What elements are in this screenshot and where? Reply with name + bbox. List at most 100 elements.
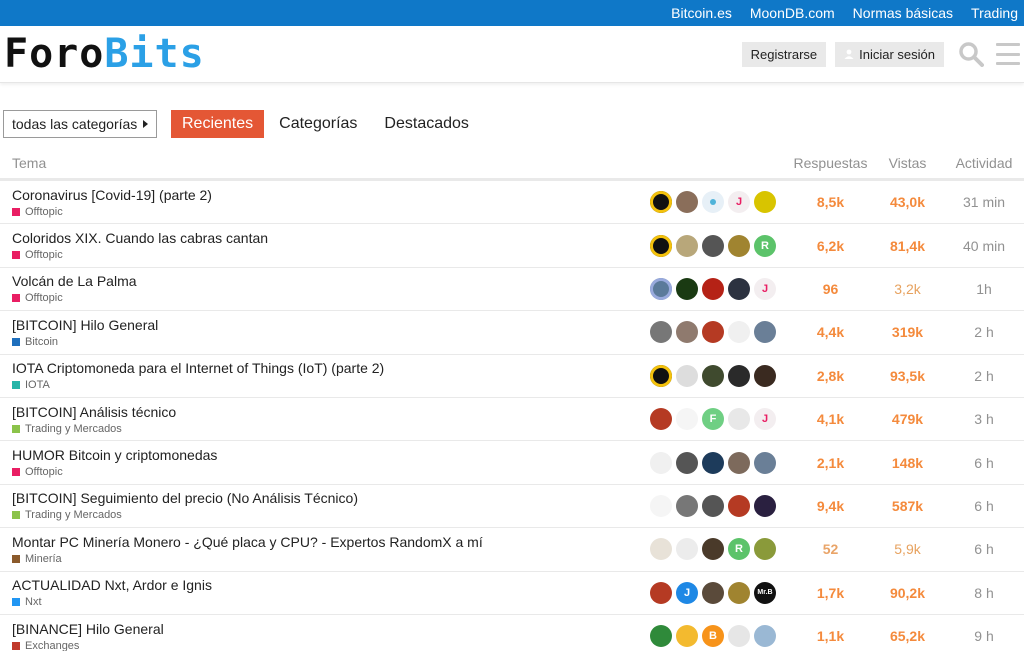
avatar[interactable] [728,321,750,344]
table-row[interactable]: Volcán de La Palma Offtopic J 96 3,2k 1h [0,268,1024,312]
avatar[interactable] [754,321,776,344]
avatar[interactable] [650,538,672,561]
avatar[interactable] [676,625,698,648]
avatar[interactable] [676,364,698,387]
avatar[interactable] [650,494,672,517]
activity-time[interactable]: 40 min [944,238,1024,254]
replies-count[interactable]: 9,4k [790,498,871,514]
replies-count[interactable]: 1,7k [790,585,871,601]
activity-time[interactable]: 31 min [944,194,1024,210]
header-views[interactable]: Vistas [871,155,944,171]
avatar[interactable]: Mr.B [754,581,776,604]
tab-recientes[interactable]: Recientes [171,110,265,138]
avatar[interactable] [754,494,776,517]
replies-count[interactable]: 96 [790,281,871,297]
replies-count[interactable]: 52 [790,541,871,557]
avatar[interactable] [650,234,672,257]
replies-count[interactable]: 4,4k [790,324,871,340]
activity-time[interactable]: 2 h [944,324,1024,340]
activity-time[interactable]: 6 h [944,498,1024,514]
header-topic[interactable]: Tema [12,155,790,171]
table-row[interactable]: [BITCOIN] Seguimiento del precio (No Aná… [0,485,1024,529]
topic-title-link[interactable]: ACTUALIDAD Nxt, Ardor e Ignis [12,577,650,593]
topic-title-link[interactable]: [BINANCE] Hilo General [12,621,650,637]
login-button[interactable]: Iniciar sesión [835,41,944,67]
avatar[interactable]: J [754,408,776,431]
avatar[interactable] [728,494,750,517]
topic-category[interactable]: Offtopic [12,249,650,261]
avatar[interactable]: J [754,277,776,300]
avatar[interactable] [702,191,724,214]
replies-count[interactable]: 4,1k [790,411,871,427]
topic-category[interactable]: Minería [12,553,650,565]
avatar[interactable] [754,191,776,214]
avatar[interactable] [650,408,672,431]
avatar[interactable] [676,451,698,474]
avatar[interactable] [728,625,750,648]
site-logo[interactable]: ForoBits [4,34,205,74]
avatar[interactable] [702,364,724,387]
topic-title-link[interactable]: Volcán de La Palma [12,273,650,289]
topic-category[interactable]: Bitcoin [12,336,650,348]
table-row[interactable]: ACTUALIDAD Nxt, Ardor e Ignis Nxt J Mr.B 1,7… [0,572,1024,615]
topic-category[interactable]: Offtopic [12,206,650,218]
replies-count[interactable]: 6,2k [790,238,871,254]
replies-count[interactable]: 2,8k [790,368,871,384]
topic-category[interactable]: IOTA [12,379,650,391]
header-replies[interactable]: Respuestas [790,155,871,171]
avatar[interactable] [676,277,698,300]
avatar[interactable]: J [728,191,750,214]
avatar[interactable] [728,451,750,474]
avatar[interactable] [702,451,724,474]
topic-category[interactable]: Offtopic [12,466,650,478]
topic-title-link[interactable]: Coronavirus [Covid-19] (parte 2) [12,187,650,203]
avatar[interactable] [650,625,672,648]
table-row[interactable]: [BITCOIN] Hilo General Bitcoin 4,4k 319k 2 h [0,311,1024,355]
avatar[interactable] [650,277,672,300]
avatar[interactable] [728,364,750,387]
topic-category[interactable]: Offtopic [12,292,650,304]
avatar[interactable]: B [702,625,724,648]
avatar[interactable] [676,538,698,561]
avatar[interactable] [676,191,698,214]
topic-title-link[interactable]: Montar PC Minería Monero - ¿Qué placa y … [12,534,650,550]
avatar[interactable]: R [754,234,776,257]
topic-title-link[interactable]: [BITCOIN] Seguimiento del precio (No Aná… [12,490,650,506]
header-activity[interactable]: Actividad [944,155,1024,171]
avatar[interactable] [702,321,724,344]
topic-title-link[interactable]: [BITCOIN] Hilo General [12,317,650,333]
search-icon[interactable] [958,41,984,67]
table-row[interactable]: Coloridos XIX. Cuando las cabras cantan O… [0,224,1024,268]
avatar[interactable] [728,408,750,431]
avatar[interactable] [650,364,672,387]
tab-destacados[interactable]: Destacados [384,110,469,138]
activity-time[interactable]: 6 h [944,541,1024,557]
avatar[interactable] [650,581,672,604]
avatar[interactable] [754,538,776,561]
register-button[interactable]: Registrarse [741,41,827,67]
activity-time[interactable]: 9 h [944,628,1024,644]
table-row[interactable]: [BINANCE] Hilo General Exchanges B 1,1k 65,2… [0,615,1024,651]
category-dropdown[interactable]: todas las categorías [3,110,157,138]
avatar[interactable] [676,321,698,344]
topic-category[interactable]: Trading y Mercados [12,509,650,521]
table-row[interactable]: IOTA Criptomoneda para el Internet of Th… [0,355,1024,398]
avatar[interactable] [702,538,724,561]
topbar-link-trading[interactable]: Trading [971,5,1018,21]
topic-title-link[interactable]: Coloridos XIX. Cuando las cabras cantan [12,230,650,246]
avatar[interactable] [702,494,724,517]
avatar[interactable] [728,581,750,604]
topic-category[interactable]: Nxt [12,596,650,608]
avatar[interactable] [650,191,672,214]
avatar[interactable] [702,277,724,300]
topbar-link-normas[interactable]: Normas básicas [853,5,953,21]
activity-time[interactable]: 3 h [944,411,1024,427]
activity-time[interactable]: 2 h [944,368,1024,384]
avatar[interactable] [676,234,698,257]
avatar[interactable]: J [676,581,698,604]
table-row[interactable]: [BITCOIN] Análisis técnico Trading y Merc… [0,398,1024,442]
table-row[interactable]: Coronavirus [Covid-19] (parte 2) Offtopic… [0,181,1024,225]
avatar[interactable] [728,277,750,300]
replies-count[interactable]: 2,1k [790,455,871,471]
table-row[interactable]: Montar PC Minería Monero - ¿Qué placa y … [0,528,1024,572]
